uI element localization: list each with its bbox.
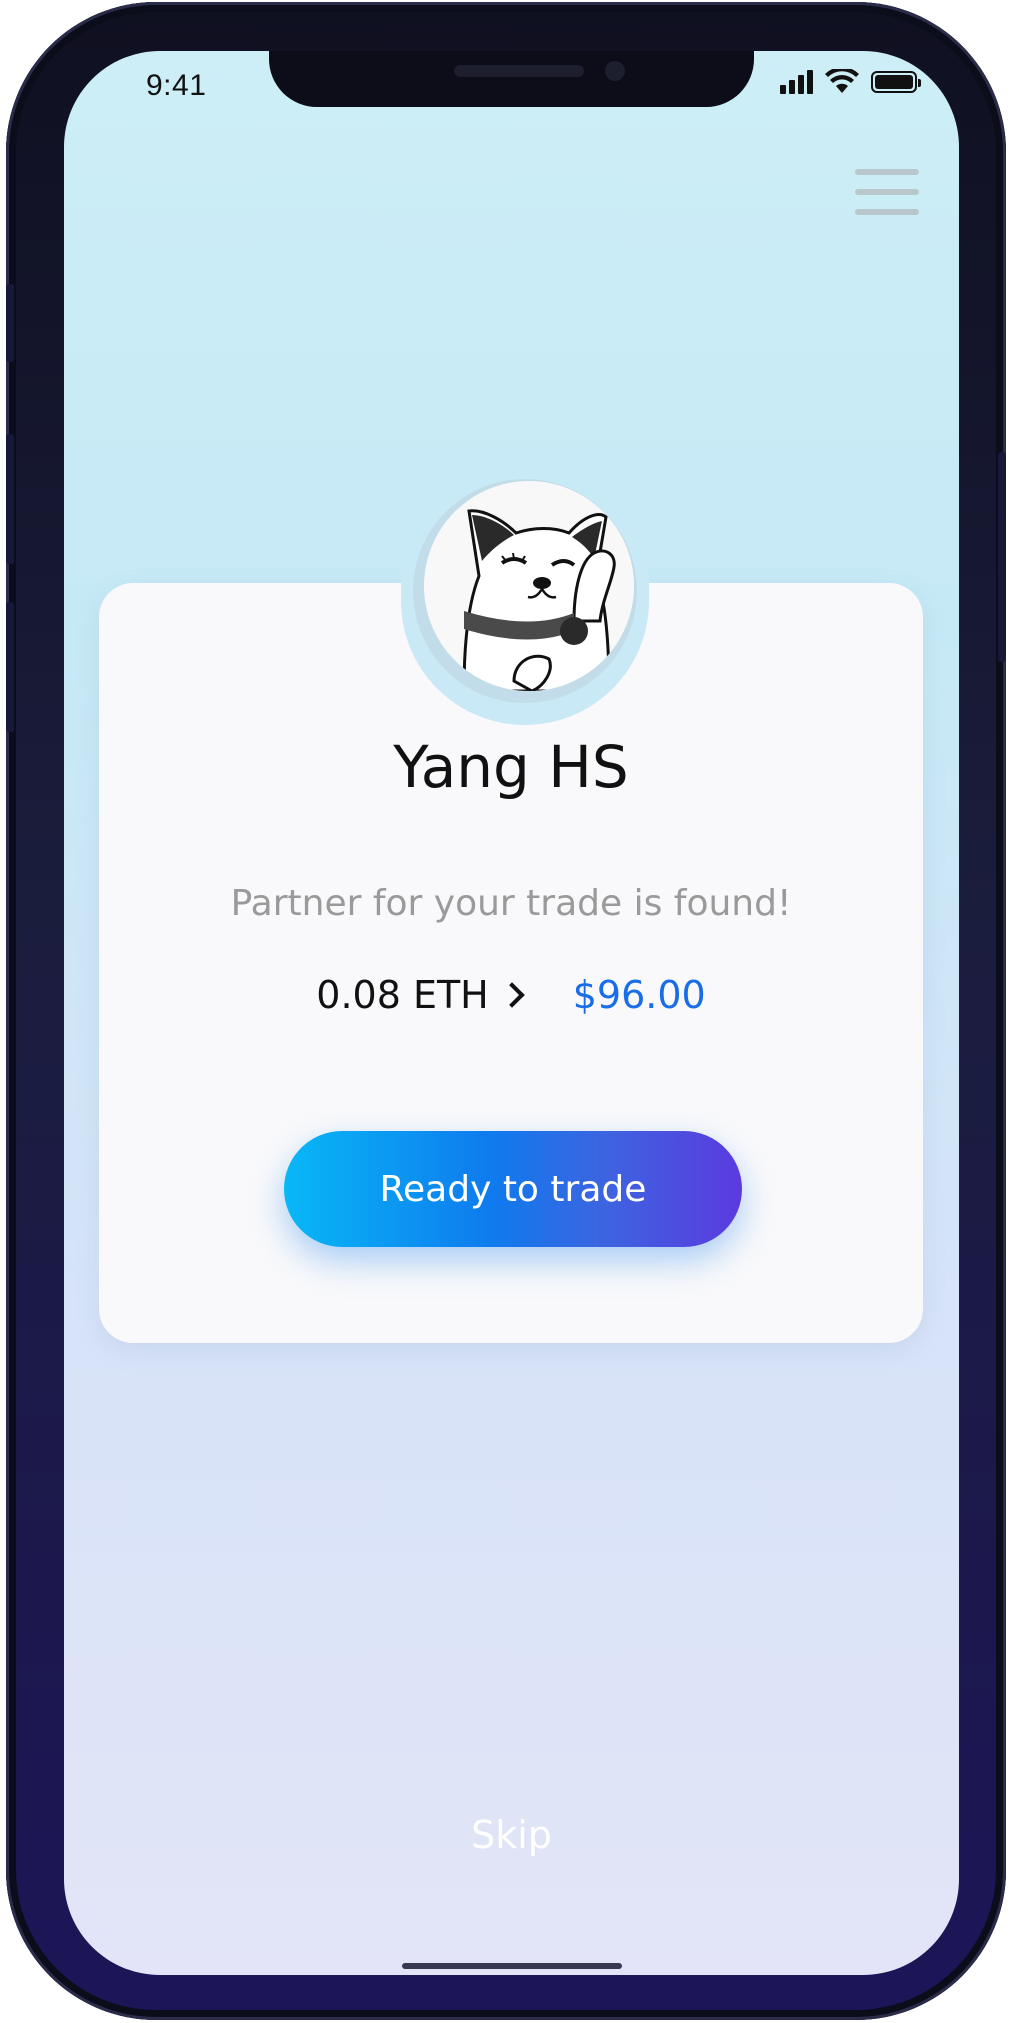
partner-name: Yang HS xyxy=(393,733,629,801)
lucky-cat-avatar-icon xyxy=(462,509,616,691)
chevron-right-icon xyxy=(499,982,525,1008)
mockup-stage: 9:41 Yang HS Partner for your trade is f… xyxy=(0,0,1015,2023)
wifi-icon xyxy=(825,69,859,93)
status-time: 9:41 xyxy=(146,69,207,102)
signal-icon xyxy=(780,70,813,94)
app-screen: 9:41 Yang HS Partner for your trade is f… xyxy=(64,51,959,1975)
ready-to-trade-button[interactable]: Ready to trade xyxy=(284,1131,742,1247)
match-message: Partner for your trade is found! xyxy=(230,883,792,924)
front-camera xyxy=(605,61,625,81)
battery-icon xyxy=(871,71,921,93)
match-card: Yang HS Partner for your trade is found!… xyxy=(99,479,923,1343)
skip-button[interactable]: Skip xyxy=(64,1813,959,1857)
avatar[interactable] xyxy=(424,481,634,691)
mute-switch xyxy=(6,284,14,362)
trade-summary: 0.08 ETH $96.00 xyxy=(99,973,923,1017)
fiat-amount: $96.00 xyxy=(572,973,706,1017)
notch xyxy=(269,51,754,107)
power-button xyxy=(998,452,1006,662)
crypto-amount: 0.08 ETH xyxy=(316,973,489,1017)
speaker-grille xyxy=(454,65,584,77)
phone-frame: 9:41 Yang HS Partner for your trade is f… xyxy=(6,2,1006,2020)
menu-icon[interactable] xyxy=(855,169,919,215)
home-indicator xyxy=(401,1963,622,1969)
volume-down-button xyxy=(6,602,14,732)
status-icons xyxy=(780,69,921,95)
avatar-ring xyxy=(413,479,637,703)
volume-up-button xyxy=(6,434,14,564)
